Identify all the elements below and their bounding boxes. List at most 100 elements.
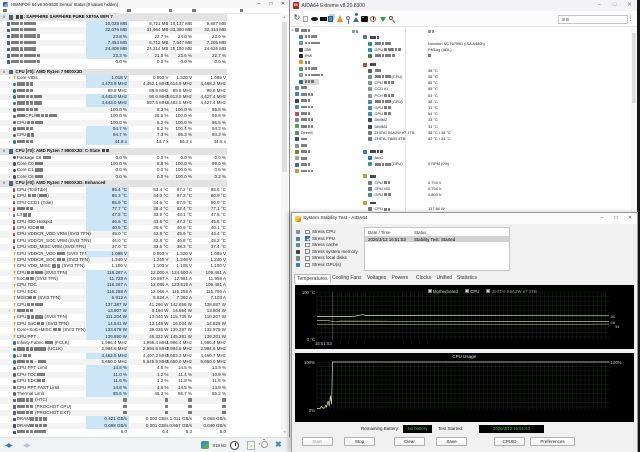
flame-icon[interactable] bbox=[337, 15, 343, 22]
sidebar-item-multimedia[interactable]: › bbox=[290, 111, 347, 117]
sidebar-item-motherboard[interactable]: › bbox=[290, 85, 347, 91]
hwinfo-maximize-icon[interactable]: □ bbox=[265, 0, 277, 8]
log-row-time[interactable]: 2026/3/12 16:51:53 bbox=[368, 237, 406, 242]
sidebar-item-server[interactable]: › bbox=[290, 98, 347, 104]
report-icon[interactable] bbox=[303, 15, 308, 22]
checkbox-unchecked[interactable] bbox=[305, 262, 310, 268]
close-sensors-icon[interactable]: ✖ bbox=[275, 440, 282, 449]
sensor-row[interactable]: › Core C6 0.0 % 0.0 % 100.0 % 0.3 % bbox=[0, 173, 227, 181]
sst-event-log[interactable]: Date / Time Status 2026/3/12 16:51:53 St… bbox=[364, 227, 510, 271]
scroll-up-icon[interactable]: ▲ bbox=[281, 14, 288, 21]
log-col-status[interactable]: Status bbox=[414, 230, 426, 235]
sensors-refresh-icon[interactable] bbox=[201, 441, 209, 449]
sidebar-item-oc[interactable] bbox=[290, 59, 347, 65]
sidebar-item-benchmark[interactable]: › bbox=[290, 168, 347, 174]
legend-checkbox-icon[interactable] bbox=[427, 289, 432, 293]
sidebar-item-name[interactable] bbox=[290, 40, 347, 46]
sidebar-item-devices[interactable]: › bbox=[290, 136, 347, 142]
kebab-menu-icon[interactable]: ⋮ bbox=[628, 14, 635, 22]
sst-maximize-icon[interactable]: □ bbox=[609, 213, 623, 224]
report-icon[interactable]: ↗ bbox=[247, 440, 255, 450]
cjk-glyph bbox=[35, 168, 39, 172]
legend-checkbox-icon[interactable] bbox=[486, 289, 491, 293]
sst-minimize-icon[interactable]: – bbox=[595, 213, 609, 224]
aida64-close-icon[interactable]: ✕ bbox=[622, 0, 637, 11]
aida64-minimize-icon[interactable]: – bbox=[592, 0, 607, 11]
clock-icon[interactable] bbox=[230, 440, 239, 450]
osd-bar-icon[interactable] bbox=[319, 17, 327, 21]
tab-cooling-fans[interactable]: Cooling Fans bbox=[330, 274, 363, 283]
user-icon[interactable] bbox=[353, 12, 359, 22]
tab-unified[interactable]: Unified bbox=[435, 274, 455, 283]
save-button[interactable]: Save bbox=[436, 437, 467, 446]
sidebar-item-network[interactable]: › bbox=[290, 123, 347, 129]
sidebar-item-portable[interactable] bbox=[290, 72, 347, 78]
sidebar-item-dmi[interactable]: DMI bbox=[290, 47, 347, 53]
history-back-icon[interactable]: ◀▶ bbox=[5, 442, 13, 449]
checkbox-checked[interactable] bbox=[305, 236, 310, 241]
sidebar-item-overview[interactable] bbox=[290, 34, 347, 40]
hwinfo-titlebar[interactable]: HWiNFO® 64 v8.30-5530 Sensor Status [9 v… bbox=[0, 0, 289, 8]
aida64-maximize-icon[interactable]: □ bbox=[607, 0, 622, 11]
sidebar-item-power[interactable] bbox=[290, 66, 347, 72]
sst-close-icon[interactable]: ✕ bbox=[623, 213, 637, 224]
sidebar-item-security[interactable]: › bbox=[290, 149, 347, 155]
osd-panel-icon[interactable] bbox=[360, 16, 368, 22]
download-arrow-icon[interactable] bbox=[379, 17, 386, 22]
sidebar-item-database[interactable]: › bbox=[290, 162, 347, 168]
aida64-titlebar[interactable]: 64 AIDA64 Extreme v8.20.8300 – □ ✕ bbox=[290, 0, 637, 11]
gauge-clock-icon[interactable] bbox=[370, 15, 376, 22]
hwinfo-scrollbar[interactable]: ▲ ▼ bbox=[281, 14, 288, 436]
sidebar-item-software[interactable]: › bbox=[290, 143, 347, 149]
panel-col-item[interactable] bbox=[352, 29, 359, 34]
tab-powers[interactable]: Powers bbox=[390, 274, 411, 283]
sidebar-item-os[interactable]: › bbox=[290, 91, 347, 97]
expand-arrow-icon[interactable]: › bbox=[9, 174, 11, 181]
sidebar-item-directx[interactable]: › DirectX bbox=[290, 130, 347, 136]
cpuid-button[interactable]: CPUID bbox=[494, 437, 525, 446]
sidebar-item-config[interactable]: › bbox=[290, 155, 347, 161]
tab-clocks[interactable]: Clocks bbox=[414, 274, 433, 283]
cjk-glyph bbox=[398, 48, 401, 52]
settings-gear-icon[interactable] bbox=[259, 439, 269, 449]
checkbox-unchecked[interactable] bbox=[305, 229, 310, 235]
sidebar-item-ipmi[interactable]: IPMI bbox=[290, 53, 347, 59]
sidebar-item-computer[interactable]: ∨ ∨ bbox=[290, 27, 347, 33]
scroll-down-icon[interactable]: ▼ bbox=[281, 429, 288, 436]
history-forward-icon[interactable]: ◀▶ bbox=[23, 442, 31, 449]
stop-button[interactable]: Stop bbox=[344, 437, 375, 446]
sidebar-item-sensor[interactable] bbox=[290, 78, 347, 85]
sst-titlebar[interactable]: System Stability Test - AIDA64 – □ ✕ bbox=[292, 213, 637, 224]
search-input[interactable] bbox=[558, 14, 628, 24]
eye-icon[interactable] bbox=[310, 16, 318, 21]
sidebar-item-storage[interactable]: › bbox=[290, 117, 347, 123]
tab-statistics[interactable]: Statistics bbox=[455, 274, 479, 283]
pages-icon[interactable] bbox=[328, 16, 333, 22]
log-col-datetime[interactable]: Date / Time bbox=[368, 230, 390, 235]
hwinfo-scrollbar-thumb[interactable] bbox=[282, 22, 287, 172]
tree-expand-icon[interactable]: › bbox=[291, 168, 292, 174]
checkbox-unchecked[interactable] bbox=[305, 249, 310, 255]
hwinfo-minimize-icon[interactable]: – bbox=[253, 0, 265, 8]
panel-col-value[interactable] bbox=[428, 29, 435, 34]
expand-arrow-icon[interactable]: › bbox=[9, 139, 11, 146]
sidebar-item-display[interactable]: › bbox=[290, 104, 347, 110]
hwinfo-sensor-list[interactable]: ∨: SAPPHIRE SAPPHIRE PURE X870A WIFI 7 10… bbox=[0, 13, 281, 437]
checkbox-unchecked[interactable] bbox=[305, 242, 310, 248]
clear-button[interactable]: Clear bbox=[394, 437, 425, 446]
legend-checkbox-icon[interactable] bbox=[464, 289, 469, 293]
tab-voltages[interactable]: Voltages bbox=[365, 274, 388, 283]
pin-icon[interactable] bbox=[345, 15, 350, 24]
start-button[interactable]: Start bbox=[301, 437, 333, 446]
cjk-glyph bbox=[37, 379, 41, 383]
tab-temperatures[interactable]: Temperatures bbox=[294, 274, 331, 283]
hwinfo-close-icon[interactable]: ✕ bbox=[277, 0, 289, 8]
search-icon[interactable] bbox=[388, 15, 395, 23]
preferences-button[interactable]: Preferences bbox=[530, 437, 575, 446]
sensor-row[interactable]: 0.0 % 0.0 % 0.0 % 0.0 % bbox=[0, 59, 227, 65]
checkbox-unchecked[interactable] bbox=[305, 255, 310, 261]
sensor-row[interactable]: 6.0 6.4 8.3 6.0 bbox=[0, 429, 227, 435]
log-row-status[interactable]: Stability Test: Started bbox=[414, 237, 455, 242]
aida64-scrollbar-thumb[interactable] bbox=[632, 33, 636, 103]
sensor-row[interactable]: › 44.8 x 44.7 x 56.2 x 44.8 x bbox=[0, 138, 227, 146]
